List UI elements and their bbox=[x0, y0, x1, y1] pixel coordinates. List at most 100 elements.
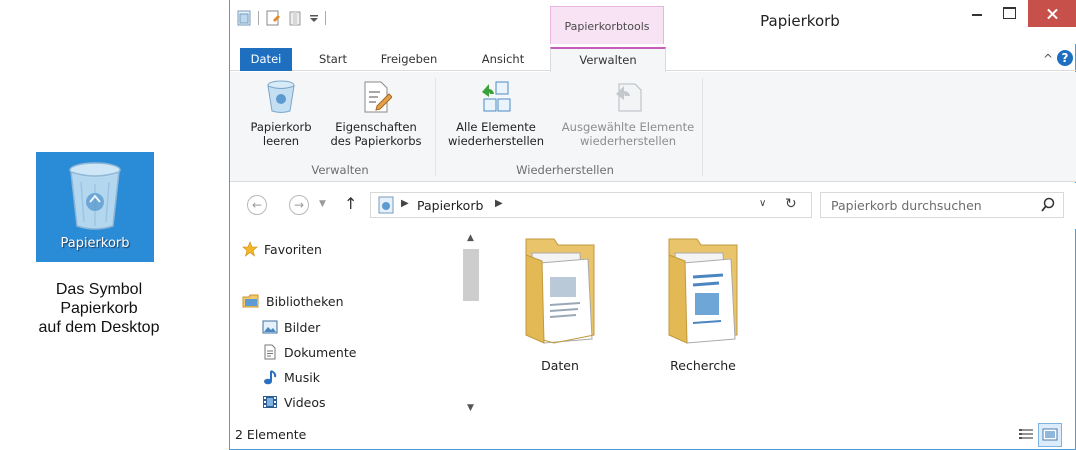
libraries-icon bbox=[242, 294, 259, 308]
minimize-button[interactable] bbox=[962, 0, 992, 27]
recycle-bin-small-icon bbox=[378, 196, 394, 214]
caption-line: auf dem Desktop bbox=[38, 319, 160, 336]
restore-selected-button[interactable]: Ausgewählte Elemente wiederherstellen bbox=[548, 80, 708, 148]
address-dropdown-icon[interactable]: ∨ bbox=[759, 198, 766, 209]
large-icons-view-icon bbox=[1042, 428, 1058, 441]
scrollbar-thumb[interactable] bbox=[463, 249, 479, 301]
title-bar: Papierkorbtools Papierkorb bbox=[230, 0, 1076, 44]
status-bar: 2 Elemente bbox=[230, 421, 1076, 449]
refresh-icon[interactable]: ↻ bbox=[785, 196, 797, 212]
forward-button[interactable]: → bbox=[289, 195, 309, 215]
explorer-window: Papierkorbtools Papierkorb Datei Start F… bbox=[229, 0, 1076, 450]
recycle-bin-small-icon[interactable] bbox=[236, 10, 252, 26]
music-icon bbox=[264, 370, 277, 385]
recycle-bin-icon bbox=[69, 162, 121, 230]
search-icon[interactable] bbox=[1041, 197, 1055, 213]
maximize-button[interactable] bbox=[994, 0, 1024, 27]
toolbar-separator bbox=[258, 11, 259, 25]
details-view-icon[interactable] bbox=[1016, 425, 1036, 445]
large-icons-view-button[interactable] bbox=[1038, 423, 1062, 447]
nav-item-libraries[interactable]: Bibliotheken bbox=[242, 293, 344, 309]
nav-item-music[interactable]: Musik bbox=[262, 369, 320, 385]
toolbar-separator bbox=[325, 11, 326, 25]
ribbon-tabs: Datei Start Freigeben Ansicht Verwalten bbox=[230, 44, 1076, 72]
file-list: Daten Recherche bbox=[482, 229, 1076, 421]
ribbon: Papierkorb leeren Eigenschaften des Papi… bbox=[230, 72, 1076, 182]
empty-recycle-bin-button[interactable]: Papierkorb leeren bbox=[242, 80, 320, 148]
button-label-line: wiederherstellen bbox=[448, 134, 544, 148]
desktop-caption: Das Symbol Papierkorb auf dem Desktop bbox=[14, 280, 184, 337]
contextual-tab-group: Papierkorbtools bbox=[550, 6, 664, 44]
recycle-bin-icon bbox=[267, 80, 295, 113]
caption-line: Das Symbol bbox=[55, 281, 143, 298]
desktop-icon-label: Papierkorb bbox=[60, 236, 130, 251]
tab-verwalten[interactable]: Verwalten bbox=[550, 47, 666, 72]
nav-item-label: Dokumente bbox=[284, 344, 357, 360]
group-separator bbox=[435, 78, 436, 176]
restore-all-icon bbox=[482, 81, 511, 112]
item-count: 2 Elemente bbox=[235, 427, 307, 442]
breadcrumb-arrow-icon[interactable]: ▶ bbox=[401, 198, 409, 209]
scroll-down-arrow-icon[interactable]: ▼ bbox=[467, 403, 474, 413]
nav-item-videos[interactable]: Videos bbox=[262, 394, 326, 410]
restore-selected-icon bbox=[616, 83, 642, 112]
navigation-bar: ← → ▼ ↑ ▶ Papierkorb ▶ ∨ ↻ Papierkorb du… bbox=[230, 183, 1076, 229]
group-label-verwalten: Verwalten bbox=[311, 163, 369, 177]
properties-icon[interactable] bbox=[265, 10, 281, 26]
contextual-tab-group-label: Papierkorbtools bbox=[564, 20, 650, 33]
nav-item-label: Favoriten bbox=[264, 241, 322, 257]
collapse-ribbon-chevron-icon[interactable]: ^ bbox=[1043, 52, 1053, 66]
breadcrumb-arrow-icon[interactable]: ▶ bbox=[495, 198, 503, 209]
group-separator bbox=[702, 78, 703, 176]
folder-label: Recherche bbox=[670, 358, 736, 373]
up-button[interactable]: ↑ bbox=[344, 194, 357, 213]
group-label-wiederherstellen: Wiederherstellen bbox=[516, 163, 614, 177]
quick-access-toolbar bbox=[236, 10, 326, 26]
nav-item-pictures[interactable]: Bilder bbox=[262, 319, 320, 335]
nav-item-favorites[interactable]: Favoriten bbox=[242, 241, 322, 257]
restore-all-button[interactable]: Alle Elemente wiederherstellen bbox=[438, 80, 554, 148]
recycle-bin-properties-button[interactable]: Eigenschaften des Papierkorbs bbox=[319, 80, 433, 148]
nav-item-label: Bibliotheken bbox=[266, 293, 344, 309]
videos-icon bbox=[263, 396, 277, 408]
tab-ansicht[interactable]: Ansicht bbox=[473, 48, 533, 71]
pictures-icon bbox=[262, 320, 278, 334]
documents-icon bbox=[264, 344, 276, 360]
nav-item-documents[interactable]: Dokumente bbox=[262, 344, 356, 360]
customize-dropdown-icon[interactable] bbox=[309, 12, 319, 24]
address-bar[interactable]: ▶ Papierkorb ▶ ∨ ↻ bbox=[370, 192, 812, 218]
nav-item-label: Bilder bbox=[284, 319, 321, 335]
button-label-line: Alle Elemente bbox=[456, 120, 536, 134]
folder-item-recherche[interactable]: Recherche bbox=[648, 235, 758, 373]
search-placeholder: Papierkorb durchsuchen bbox=[831, 198, 982, 213]
tab-datei[interactable]: Datei bbox=[240, 48, 292, 71]
button-label-line: leeren bbox=[262, 134, 300, 148]
folder-icon bbox=[668, 238, 738, 344]
help-icon[interactable]: ? bbox=[1057, 50, 1073, 66]
back-button[interactable]: ← bbox=[247, 195, 267, 215]
tab-start[interactable]: Start bbox=[308, 48, 358, 71]
button-label-line: Eigenschaften bbox=[335, 120, 417, 134]
desktop-recycle-bin-icon[interactable]: Papierkorb bbox=[36, 152, 154, 262]
nav-item-label: Musik bbox=[284, 369, 320, 385]
recent-locations-dropdown-icon[interactable]: ▼ bbox=[319, 199, 326, 209]
new-folder-icon[interactable] bbox=[287, 10, 303, 26]
window-title: Papierkorb bbox=[760, 12, 840, 30]
button-label-line: des Papierkorbs bbox=[330, 134, 422, 148]
properties-icon bbox=[364, 81, 392, 113]
close-button[interactable] bbox=[1028, 0, 1076, 27]
folder-label: Daten bbox=[541, 358, 579, 373]
button-label-line: Papierkorb bbox=[250, 120, 312, 134]
navigation-pane: Favoriten Bibliotheken Bilder Dokumente bbox=[230, 229, 482, 421]
button-label-line: wiederherstellen bbox=[580, 134, 676, 148]
breadcrumb-item[interactable]: Papierkorb bbox=[417, 198, 483, 213]
nav-item-label: Videos bbox=[284, 394, 326, 410]
folder-item-daten[interactable]: Daten bbox=[505, 235, 615, 373]
button-label-line: Ausgewählte Elemente bbox=[561, 120, 695, 134]
tab-freigeben[interactable]: Freigeben bbox=[369, 48, 449, 71]
star-icon bbox=[242, 241, 258, 257]
scroll-up-arrow-icon[interactable]: ▲ bbox=[467, 233, 474, 243]
folder-icon bbox=[525, 238, 595, 344]
search-input[interactable]: Papierkorb durchsuchen bbox=[820, 192, 1064, 218]
caption-line: Papierkorb bbox=[60, 300, 138, 317]
